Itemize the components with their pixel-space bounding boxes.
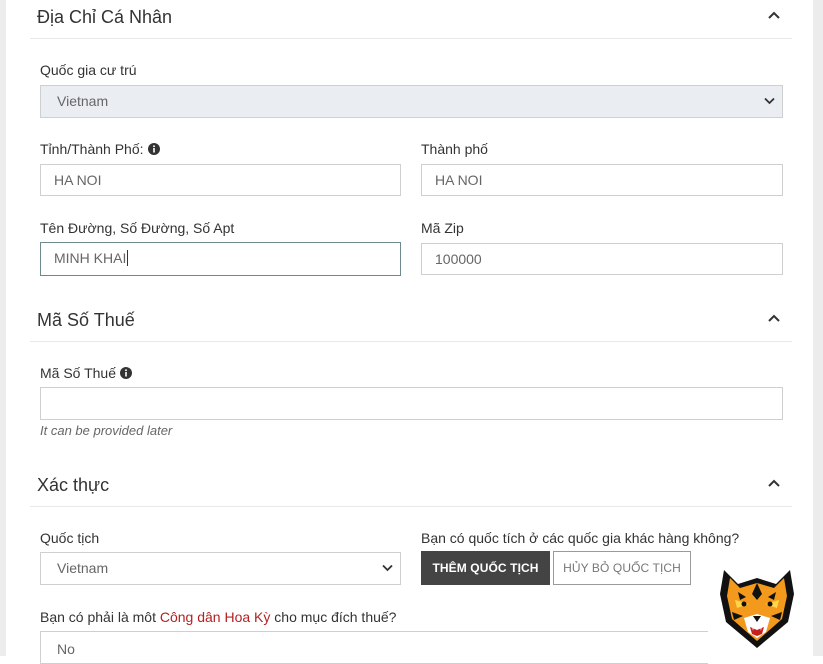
us-citizen-link[interactable]: Công dân Hoa Kỳ (160, 609, 271, 625)
other-citizenship-question: Bạn có quốc tích ở các quốc gia khác hàn… (421, 530, 740, 546)
nationality-select[interactable]: Vietnam (40, 552, 401, 585)
us-citizen-question: Bạn có phải là môt Công dân Hoa Kỳ cho m… (40, 608, 396, 626)
tax-input[interactable] (40, 387, 783, 420)
us-citizen-select-value: No (57, 641, 75, 657)
street-input-value: MINH KHAI (54, 250, 127, 266)
remove-nationality-button[interactable]: HỦY BỎ QUỐC TỊCH (553, 551, 691, 585)
chevron-up-icon[interactable] (766, 7, 782, 23)
us-question-prefix: Bạn có phải là môt (40, 609, 160, 625)
address-section-title: Địa Chỉ Cá Nhân (37, 7, 173, 27)
country-label: Quốc gia cư trú (40, 62, 137, 78)
country-select[interactable]: Vietnam (40, 85, 783, 118)
province-label-text: Tỉnh/Thành Phố: (40, 141, 144, 157)
city-input-value: HA NOI (435, 172, 483, 188)
address-section-header[interactable]: Địa Chỉ Cá Nhân (30, 2, 792, 39)
verification-section-header[interactable]: Xác thực (30, 470, 792, 507)
nationality-select-value: Vietnam (57, 560, 109, 576)
add-nationality-button[interactable]: THÊM QUỐC TỊCH (421, 551, 550, 585)
zip-input[interactable]: 100000 (421, 243, 783, 275)
tax-hint: It can be provided later (40, 423, 173, 438)
chevron-down-icon (382, 564, 393, 572)
tax-label-text: Mã Số Thuế (40, 365, 117, 381)
nationality-label: Quốc tịch (40, 530, 100, 546)
info-circle-icon[interactable] (147, 143, 160, 155)
street-label: Tên Đường, Số Đường, Số Apt (40, 220, 235, 236)
text-cursor (127, 250, 129, 266)
tax-section-title: Mã Số Thuế (37, 310, 135, 330)
tax-label: Mã Số Thuế (40, 364, 133, 382)
province-input[interactable]: HA NOI (40, 164, 401, 196)
zip-label: Mã Zip (421, 220, 464, 236)
province-input-value: HA NOI (54, 172, 102, 188)
us-question-suffix: cho mục đích thuế? (270, 609, 397, 625)
chevron-up-icon[interactable] (766, 310, 782, 326)
city-label: Thành phố (421, 141, 488, 157)
city-input[interactable]: HA NOI (421, 164, 783, 196)
country-select-value: Vietnam (57, 93, 109, 109)
us-citizen-select[interactable]: No (40, 631, 708, 664)
province-label: Tỉnh/Thành Phố: (40, 140, 160, 158)
zip-input-value: 100000 (435, 251, 482, 267)
chevron-up-icon[interactable] (766, 475, 782, 491)
verification-section-title: Xác thực (37, 475, 110, 495)
tax-section-header[interactable]: Mã Số Thuế (30, 305, 792, 342)
chevron-down-icon (764, 97, 775, 105)
page-right-border (813, 0, 823, 656)
tiger-logo (720, 570, 794, 648)
info-circle-icon[interactable] (120, 367, 133, 379)
street-input[interactable]: MINH KHAI (40, 242, 401, 276)
page-left-border (0, 0, 6, 656)
